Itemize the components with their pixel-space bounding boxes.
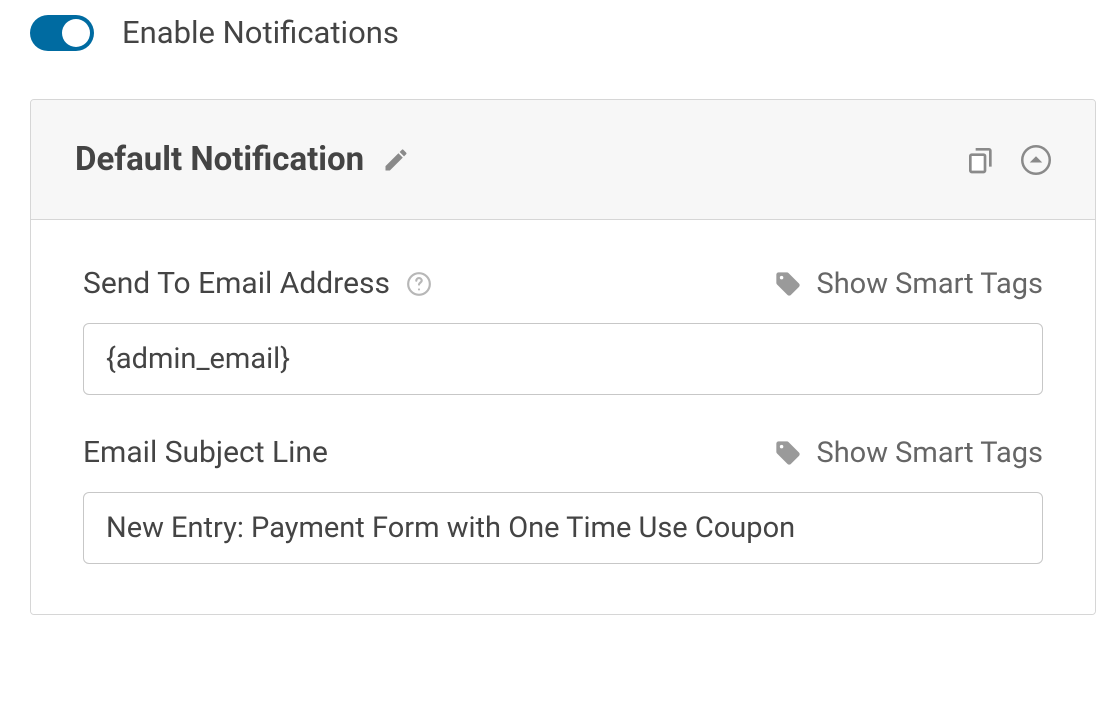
edit-icon[interactable] bbox=[382, 146, 410, 174]
subject-smart-tags-label: Show Smart Tags bbox=[816, 436, 1043, 470]
send-to-input[interactable] bbox=[83, 323, 1043, 395]
copy-icon[interactable] bbox=[965, 144, 997, 176]
send-to-label: Send To Email Address bbox=[83, 266, 390, 301]
subject-field-top: Email Subject Line Show Smart Tags bbox=[83, 435, 1043, 470]
panel-header-right bbox=[965, 144, 1051, 176]
subject-input[interactable] bbox=[83, 492, 1043, 564]
help-icon[interactable] bbox=[406, 271, 432, 297]
chevron-up-icon[interactable] bbox=[1021, 145, 1051, 175]
send-to-field-top: Send To Email Address bbox=[83, 266, 1043, 301]
subject-label-wrap: Email Subject Line bbox=[83, 435, 328, 470]
send-to-smart-tags-label: Show Smart Tags bbox=[816, 267, 1043, 301]
send-to-smart-tags-button[interactable]: Show Smart Tags bbox=[774, 267, 1043, 301]
send-to-label-wrap: Send To Email Address bbox=[83, 266, 432, 301]
subject-field: Email Subject Line Show Smart Tags bbox=[83, 435, 1043, 564]
enable-notifications-label: Enable Notifications bbox=[122, 14, 399, 51]
notification-panel-body: Send To Email Address bbox=[31, 220, 1095, 614]
notification-title: Default Notification bbox=[75, 140, 364, 179]
notification-panel-header: Default Notification bbox=[31, 100, 1095, 220]
enable-notifications-row: Enable Notifications bbox=[30, 14, 1096, 51]
enable-notifications-toggle[interactable] bbox=[30, 15, 94, 51]
tag-icon bbox=[774, 439, 802, 467]
tag-icon bbox=[774, 270, 802, 298]
subject-smart-tags-button[interactable]: Show Smart Tags bbox=[774, 436, 1043, 470]
send-to-field: Send To Email Address bbox=[83, 266, 1043, 395]
panel-header-left: Default Notification bbox=[75, 140, 410, 179]
toggle-knob bbox=[62, 19, 90, 47]
notification-panel: Default Notification bbox=[30, 99, 1096, 615]
subject-label: Email Subject Line bbox=[83, 435, 328, 470]
